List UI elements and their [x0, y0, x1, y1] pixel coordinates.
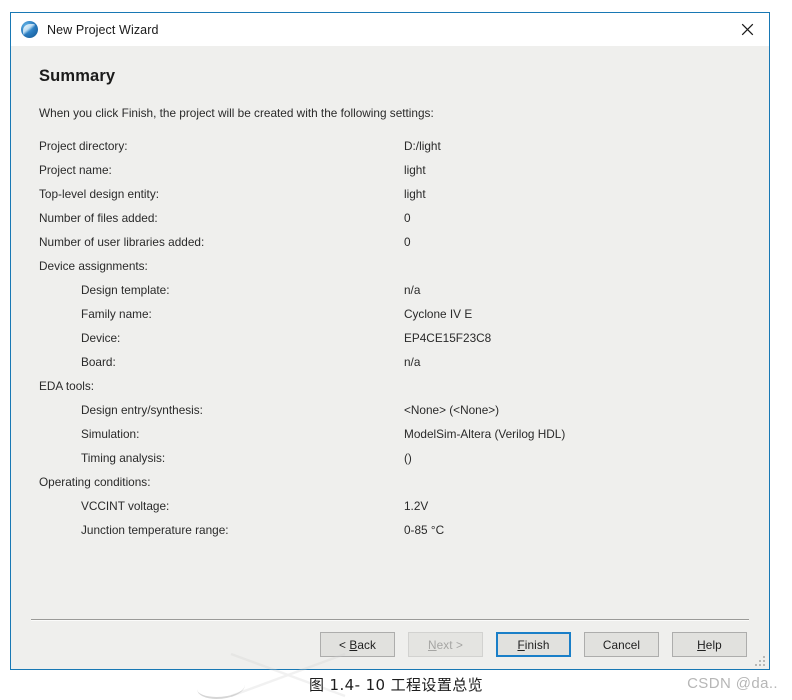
dialog-titlebar[interactable]: New Project Wizard: [11, 13, 769, 46]
summary-value: D:/light: [404, 139, 441, 153]
summary-row: Family name: Cyclone IV E: [39, 307, 741, 331]
help-button-label: Help: [697, 637, 722, 652]
summary-label: Design entry/synthesis:: [81, 403, 203, 417]
summary-label: Board:: [81, 355, 116, 369]
summary-label: Project name:: [39, 163, 112, 177]
cancel-button[interactable]: Cancel: [584, 632, 659, 657]
summary-label: Device:: [81, 331, 121, 345]
next-button-label: Next >: [427, 637, 464, 652]
summary-row: Junction temperature range: 0-85 °C: [39, 523, 741, 547]
summary-value: (): [404, 451, 412, 465]
footer-divider: [31, 619, 749, 621]
summary-value: 0-85 °C: [404, 523, 445, 537]
summary-row: Number of files added: 0: [39, 211, 741, 235]
summary-row: Design template: n/a: [39, 283, 741, 307]
summary-label: VCCINT voltage:: [81, 499, 170, 513]
csdn-watermark: CSDN @da..: [687, 675, 778, 692]
summary-label: EDA tools:: [39, 379, 95, 393]
summary-label: Family name:: [81, 307, 152, 321]
summary-row: Project name: light: [39, 163, 741, 187]
summary-row: Operating conditions:: [39, 475, 741, 499]
globe-icon: [21, 21, 38, 38]
summary-row: Device: EP4CE15F23C8: [39, 331, 741, 355]
next-button: Next >: [408, 632, 483, 657]
summary-value: light: [404, 163, 426, 177]
help-button[interactable]: Help: [672, 632, 747, 657]
summary-label: Timing analysis:: [81, 451, 166, 465]
summary-row: Top-level design entity: light: [39, 187, 741, 211]
summary-row: Simulation: ModelSim-Altera (Verilog HDL): [39, 427, 741, 451]
finish-button[interactable]: Finish: [496, 632, 571, 657]
figure-caption-area: 图 1.4- 10 工程设置总览 CSDN @da..: [0, 652, 792, 700]
close-icon[interactable]: [725, 13, 769, 45]
summary-value: n/a: [404, 283, 421, 297]
summary-value: EP4CE15F23C8: [404, 331, 492, 345]
summary-value: 0: [404, 235, 411, 249]
summary-value: n/a: [404, 355, 421, 369]
summary-label: Number of files added:: [39, 211, 158, 225]
intro-text: When you click Finish, the project will …: [39, 106, 434, 120]
page-title: Summary: [39, 67, 116, 85]
summary-settings-list: Project directory: D:/light Project name: l…: [39, 139, 741, 547]
summary-value: <None> (<None>): [404, 403, 500, 417]
summary-value: 0: [404, 211, 411, 225]
summary-label: Number of user libraries added:: [39, 235, 205, 249]
dialog-footer: < Back Next > Finish Cancel Help: [11, 619, 769, 669]
dialog-content: Summary When you click Finish, the proje…: [11, 46, 769, 619]
summary-row: Board: n/a: [39, 355, 741, 379]
summary-value: light: [404, 187, 426, 201]
finish-button-label: Finish: [517, 637, 550, 652]
summary-label: Simulation:: [81, 427, 140, 441]
summary-row: Number of user libraries added: 0: [39, 235, 741, 259]
cancel-button-label: Cancel: [602, 637, 641, 652]
resize-grip[interactable]: [755, 656, 767, 668]
summary-label: Design template:: [81, 283, 170, 297]
summary-label: Junction temperature range:: [81, 523, 229, 537]
summary-label: Top-level design entity:: [39, 187, 160, 201]
dialog-title: New Project Wizard: [47, 22, 159, 37]
summary-value: 1.2V: [404, 499, 429, 513]
summary-row: Project directory: D:/light: [39, 139, 741, 163]
summary-value: Cyclone IV E: [404, 307, 473, 321]
button-row: < Back Next > Finish Cancel Help: [320, 632, 747, 657]
new-project-wizard-dialog: New Project Wizard Summary When you clic…: [10, 12, 770, 670]
summary-row: Design entry/synthesis: <None> (<None>): [39, 403, 741, 427]
summary-row: Timing analysis: (): [39, 451, 741, 475]
summary-value: ModelSim-Altera (Verilog HDL): [404, 427, 566, 441]
summary-label: Device assignments:: [39, 259, 148, 273]
back-button-label: < Back: [338, 637, 376, 652]
back-button[interactable]: < Back: [320, 632, 395, 657]
summary-label: Project directory:: [39, 139, 128, 153]
summary-row: Device assignments:: [39, 259, 741, 283]
summary-label: Operating conditions:: [39, 475, 151, 489]
summary-row: VCCINT voltage: 1.2V: [39, 499, 741, 523]
figure-caption: 图 1.4- 10 工程设置总览: [308, 676, 484, 694]
summary-row: EDA tools:: [39, 379, 741, 403]
